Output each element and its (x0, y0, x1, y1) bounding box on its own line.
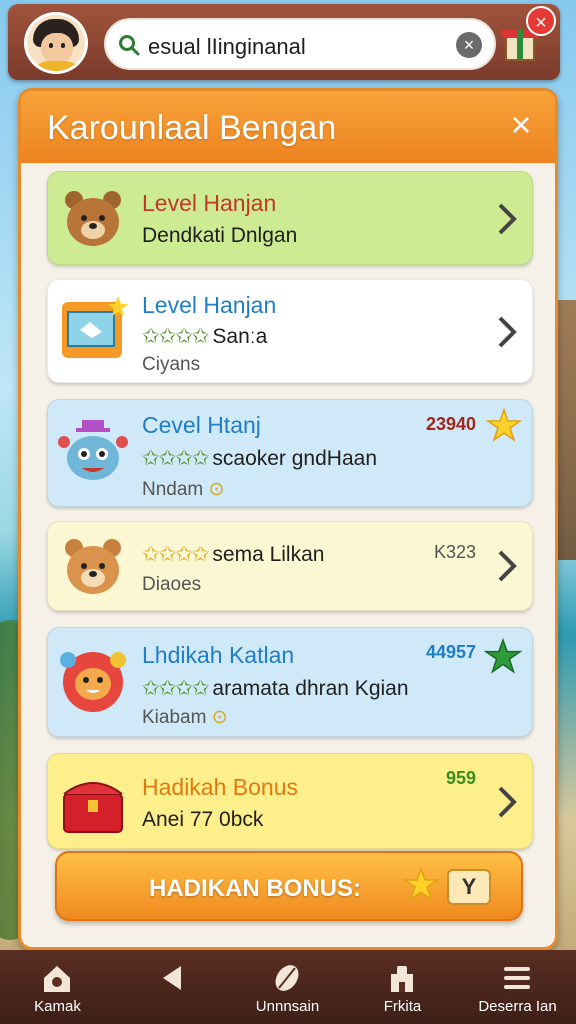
nav-label: Frkita (383, 998, 422, 1015)
card-detail: Diaoes (142, 574, 202, 595)
rating-stars: ✩✩✩✩ (142, 325, 209, 348)
card-score: 23940 (425, 414, 476, 434)
card-subtitle: scaoker gndHaan (212, 447, 377, 470)
panel-close-button[interactable]: × (501, 105, 541, 145)
nav-back[interactable] (115, 950, 230, 1024)
card-title: Hadikah Bonus (142, 774, 298, 800)
card-subtitle: aramata dhran Kgian (212, 677, 409, 700)
gold-star-icon (486, 408, 522, 442)
level-panel: Karounlaal Bengan × Level Hanjan Dendkat… (18, 88, 558, 950)
card-rating: ✩✩✩✩ Sanːa (142, 324, 267, 349)
card-score: 44957 (425, 642, 476, 662)
home-gear-icon (44, 966, 70, 992)
coin-icon: ⊙ (208, 479, 225, 500)
panel-title: Karounlaal Bengan (47, 109, 337, 147)
clear-search-button[interactable]: × (456, 32, 482, 58)
card-rating: ✩✩✩✩ scaoker gndHaan (142, 446, 377, 471)
card-rating: ✩✩✩✩ aramata dhran Kgian (142, 676, 409, 701)
nav-label: Unnnsain (255, 998, 320, 1015)
level-card-5[interactable]: Lhdikah Katlan 44957 ✩✩✩✩ aramata dhran K… (47, 627, 533, 737)
star-icon (403, 867, 439, 901)
level-card-4[interactable]: ✩✩✩✩ sema Lilkan K323 Diaoes (47, 521, 533, 611)
coin-icon: ⊙ (211, 707, 228, 728)
card-detail: Ciyans (142, 354, 201, 375)
card-detail: Kiabam ⊙ (142, 707, 228, 728)
nav-shop[interactable]: Frkita (345, 950, 460, 1024)
card-subtitle: sema Lilkan (212, 543, 325, 566)
card-title: Level Hanjan (142, 190, 277, 216)
bonus-button[interactable]: HADIKAN BONUS: Y (55, 851, 523, 921)
card-score: K323 (433, 542, 476, 562)
level-card-1[interactable]: Level Hanjan Dendkati Dnlgan (47, 171, 533, 265)
bonus-card[interactable]: Hadikah Bonus 959 Anei 77 0bck (47, 753, 533, 849)
bottom-nav: Kamak Unnnsain Frkita Deserra Ian (0, 950, 576, 1024)
avatar[interactable] (24, 12, 88, 74)
chevron-right-icon[interactable] (494, 201, 518, 237)
card-subtitle: Dendkati Dnlgan (142, 224, 298, 247)
level-card-3[interactable]: Cevel Htanj 23940 ✩✩✩✩ scaoker gndHaan Nn… (47, 399, 533, 507)
treasure-chest-icon (63, 782, 123, 833)
panel-header: Karounlaal Bengan × (21, 91, 555, 163)
level-card-2[interactable]: Level Hanjan ✩✩✩✩ Sanːa Ciyans (47, 279, 533, 383)
rating-stars: ✩✩✩✩ (142, 543, 209, 566)
bear-icon (65, 191, 121, 246)
card-title: Cevel Htanj (142, 412, 261, 438)
back-triangle-icon (163, 966, 181, 990)
rating-stars: ✩✩✩✩ (142, 447, 209, 470)
card-subtitle: Sanːa (212, 325, 268, 348)
nav-label: Kamak (34, 998, 81, 1015)
green-star-icon (484, 638, 522, 674)
chevron-right-icon[interactable] (494, 784, 518, 820)
nav-label: Deserra Ian (478, 998, 557, 1015)
ticket-icon: Y (447, 869, 491, 905)
close-icon[interactable]: × (526, 6, 556, 36)
search-icon (119, 35, 140, 56)
map-board-icon (62, 296, 128, 358)
rating-stars: ✩✩✩✩ (142, 677, 209, 700)
card-rating: ✩✩✩✩ sema Lilkan (142, 542, 324, 567)
bonus-button-label: HADIKAN BONUS: (149, 875, 361, 902)
card-detail: Nndam ⊙ (142, 479, 225, 500)
menu-icon (504, 967, 530, 989)
card-subtitle: Anei 77 0bck (142, 808, 264, 831)
shop-icon (391, 966, 413, 992)
monster-icon (58, 420, 128, 480)
card-score: 959 (445, 768, 476, 788)
search-input[interactable]: esual lIinginanal (148, 34, 306, 60)
chevron-right-icon[interactable] (494, 548, 518, 584)
top-bar: esual lIinginanal × × (8, 4, 560, 80)
chevron-right-icon[interactable] (494, 314, 518, 350)
nav-home[interactable]: Kamak (0, 950, 115, 1024)
bear-icon (65, 539, 121, 594)
lion-icon (60, 652, 126, 712)
card-title: Lhdikah Katlan (142, 642, 295, 668)
search-bar[interactable]: esual lIinginanal × (104, 18, 496, 70)
card-title: Level Hanjan (142, 292, 277, 318)
leaf-icon (275, 965, 299, 991)
nav-leaf[interactable]: Unnnsain (230, 950, 345, 1024)
nav-menu[interactable]: Deserra Ian (460, 950, 575, 1024)
